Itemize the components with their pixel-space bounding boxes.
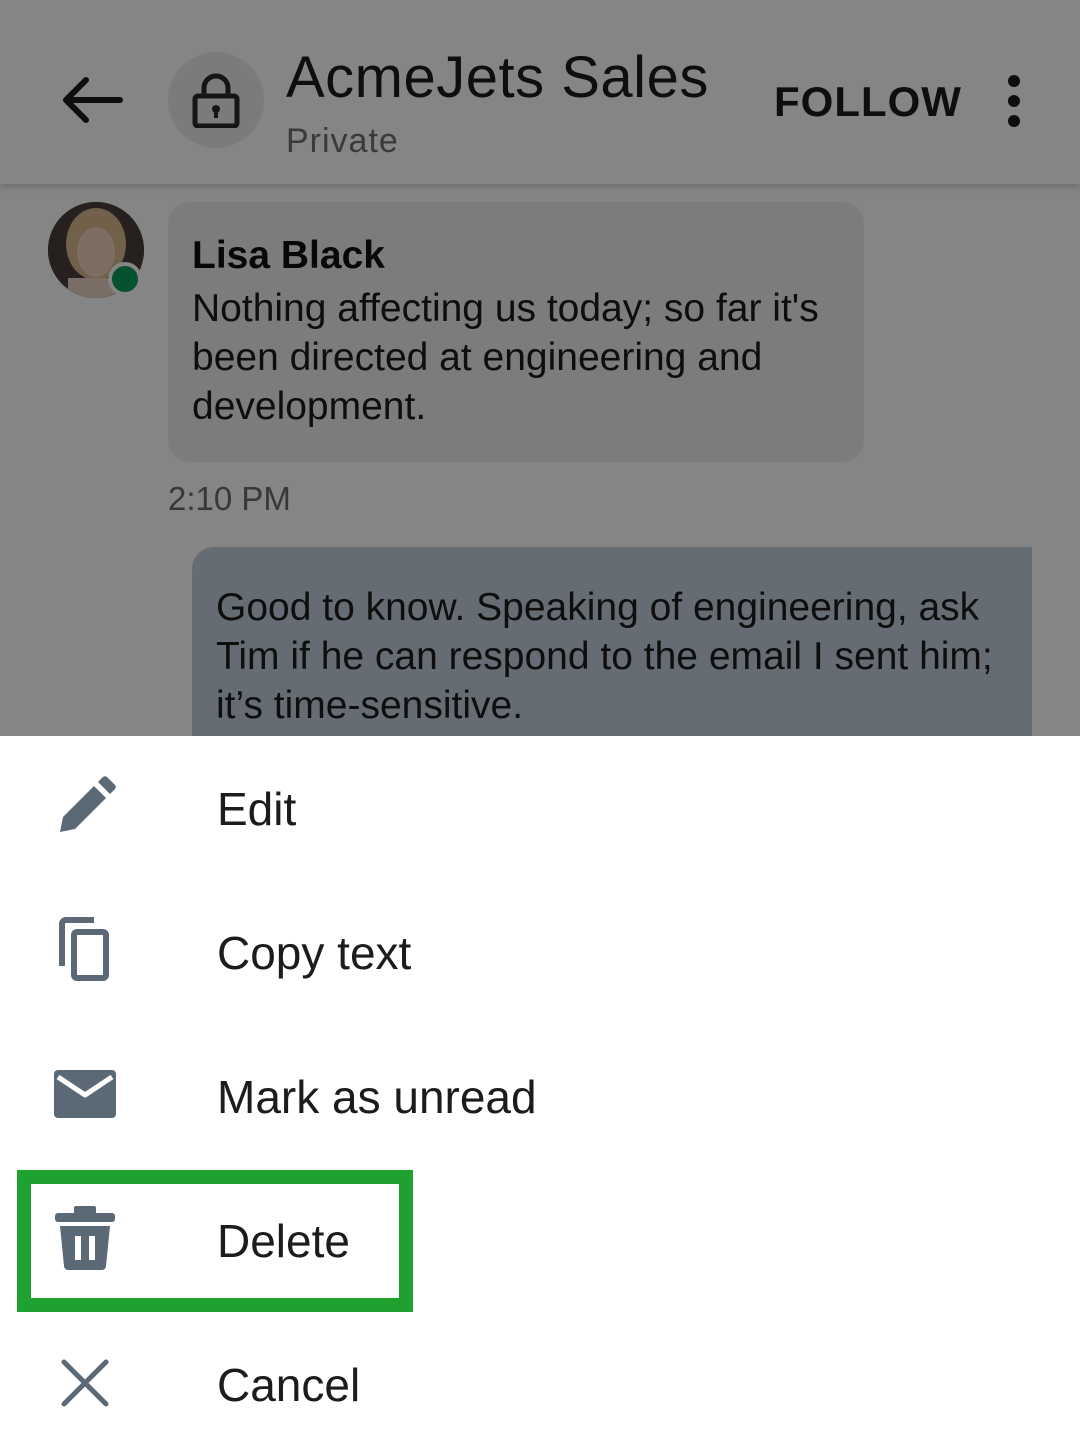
menu-item-cancel[interactable]: Cancel xyxy=(0,1312,1080,1456)
menu-item-label: Edit xyxy=(217,783,297,835)
envelope-icon xyxy=(54,1070,116,1118)
menu-item-mark-as-unread[interactable]: Mark as unread xyxy=(0,1024,1080,1168)
menu-item-label: Copy text xyxy=(217,927,412,979)
modal-scrim[interactable] xyxy=(0,0,1080,736)
message-actions-sheet: Edit Copy text Mark as unread Delete Can… xyxy=(0,736,1080,1456)
menu-item-label: Mark as unread xyxy=(217,1071,537,1123)
close-icon xyxy=(61,1359,109,1407)
chat-screen: AcmeJets Sales Private FOLLOW Lisa Black… xyxy=(0,0,1080,736)
delete-highlight-box xyxy=(17,1170,413,1312)
menu-item-label: Cancel xyxy=(217,1359,361,1411)
menu-item-copy-text[interactable]: Copy text xyxy=(0,880,1080,1024)
pencil-icon xyxy=(60,776,116,832)
menu-item-edit[interactable]: Edit xyxy=(0,736,1080,880)
copy-icon xyxy=(59,917,109,981)
